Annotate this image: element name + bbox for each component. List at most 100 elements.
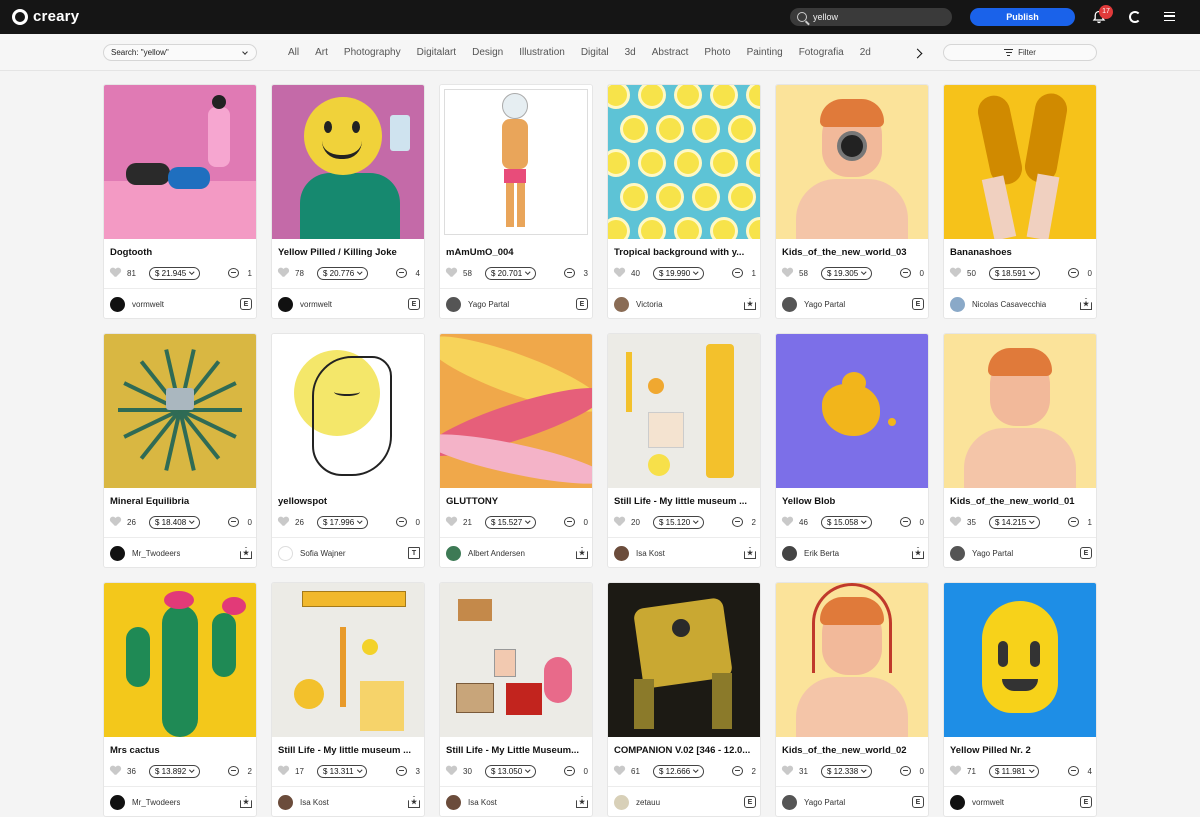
heart-icon[interactable] — [782, 766, 793, 776]
tag-all[interactable]: All — [288, 46, 299, 61]
heart-icon[interactable] — [110, 517, 121, 527]
author-name[interactable]: zetauu — [636, 798, 660, 807]
comment-icon[interactable] — [732, 766, 743, 776]
author-row[interactable]: zetauu E — [614, 794, 756, 810]
author-row[interactable]: Victoria ★ — [614, 296, 756, 312]
artwork-title[interactable]: Still Life - My Little Museum... — [446, 745, 588, 756]
artwork-card[interactable]: Dogtooth 81 $ 21.945 1 vormwelt E — [103, 84, 257, 319]
artwork-title[interactable]: Bananashoes — [950, 247, 1092, 258]
artwork-card[interactable]: Yellow Blob 46 $ 15.058 0 Erik Berta ★ — [775, 333, 929, 568]
avatar[interactable] — [782, 296, 797, 312]
price-dropdown[interactable]: $ 20.776 — [317, 266, 368, 280]
artwork-card[interactable]: Yellow Pilled / Killing Joke 78 $ 20.776… — [271, 84, 425, 319]
comment-icon[interactable] — [900, 766, 911, 776]
price-dropdown[interactable]: $ 15.120 — [653, 515, 704, 529]
price-dropdown[interactable]: $ 15.527 — [485, 515, 536, 529]
hamburger-menu-icon[interactable] — [1164, 12, 1175, 21]
artwork-card[interactable]: Mineral Equilibria 26 $ 18.408 0 Mr_Twod… — [103, 333, 257, 568]
artwork-thumbnail[interactable] — [440, 334, 592, 488]
artwork-thumbnail[interactable] — [776, 85, 928, 239]
tag-fotografia[interactable]: Fotografia — [799, 46, 844, 61]
price-dropdown[interactable]: $ 14.215 — [989, 515, 1040, 529]
author-row[interactable]: Yago Partal E — [446, 296, 588, 312]
artwork-card[interactable]: yellowspot 26 $ 17.996 0 Sofia Wajner T — [271, 333, 425, 568]
artwork-thumbnail[interactable] — [776, 583, 928, 737]
author-name[interactable]: Isa Kost — [300, 798, 329, 807]
author-name[interactable]: Isa Kost — [636, 549, 665, 558]
avatar[interactable] — [278, 794, 293, 810]
price-dropdown[interactable]: $ 13.050 — [485, 764, 536, 778]
artwork-card[interactable]: Kids_of_the_new_world_02 31 $ 12.338 0 Y… — [775, 582, 929, 817]
tag-art[interactable]: Art — [315, 46, 328, 61]
artwork-title[interactable]: GLUTTONY — [446, 496, 588, 507]
artwork-thumbnail[interactable] — [104, 334, 256, 488]
price-dropdown[interactable]: $ 17.996 — [317, 515, 368, 529]
price-dropdown[interactable]: $ 19.305 — [821, 266, 872, 280]
author-name[interactable]: Yago Partal — [468, 300, 509, 309]
price-dropdown[interactable]: $ 18.591 — [989, 266, 1040, 280]
author-name[interactable]: Isa Kost — [468, 798, 497, 807]
artwork-title[interactable]: Yellow Blob — [782, 496, 924, 507]
artwork-thumbnail[interactable] — [944, 85, 1096, 239]
avatar[interactable] — [110, 545, 125, 561]
author-row[interactable]: Albert Andersen ★ — [446, 545, 588, 561]
author-name[interactable]: vormwelt — [972, 798, 1004, 807]
author-row[interactable]: Yago Partal E — [782, 296, 924, 312]
author-row[interactable]: Sofia Wajner T — [278, 545, 420, 561]
tag-2d[interactable]: 2d — [860, 46, 871, 61]
avatar[interactable] — [614, 296, 629, 312]
heart-icon[interactable] — [614, 766, 625, 776]
artwork-title[interactable]: Mineral Equilibria — [110, 496, 252, 507]
avatar[interactable] — [614, 794, 629, 810]
artwork-thumbnail[interactable] — [944, 583, 1096, 737]
artwork-card[interactable]: Kids_of_the_new_world_01 35 $ 14.215 1 Y… — [943, 333, 1097, 568]
artwork-thumbnail[interactable] — [272, 583, 424, 737]
price-dropdown[interactable]: $ 19.990 — [653, 266, 704, 280]
heart-icon[interactable] — [278, 517, 289, 527]
artwork-title[interactable]: mAmUmO_004 — [446, 247, 588, 258]
author-row[interactable]: Mr_Twodeers ★ — [110, 794, 252, 810]
avatar[interactable] — [446, 545, 461, 561]
heart-icon[interactable] — [950, 766, 961, 776]
heart-icon[interactable] — [950, 517, 961, 527]
artwork-title[interactable]: yellowspot — [278, 496, 420, 507]
tag-photo[interactable]: Photo — [704, 46, 730, 61]
avatar[interactable] — [446, 296, 461, 312]
author-row[interactable]: Isa Kost ★ — [446, 794, 588, 810]
comment-icon[interactable] — [564, 766, 575, 776]
artwork-title[interactable]: Dogtooth — [110, 247, 252, 258]
avatar[interactable] — [278, 545, 293, 561]
author-name[interactable]: Mr_Twodeers — [132, 798, 180, 807]
avatar[interactable] — [614, 545, 629, 561]
avatar[interactable] — [110, 296, 125, 312]
author-row[interactable]: vormwelt E — [278, 296, 420, 312]
heart-icon[interactable] — [278, 766, 289, 776]
avatar[interactable] — [782, 794, 797, 810]
search-bar[interactable] — [790, 8, 952, 26]
artwork-card[interactable]: Bananashoes 50 $ 18.591 0 Nicolas Casave… — [943, 84, 1097, 319]
comment-icon[interactable] — [396, 766, 407, 776]
tag-digitalart[interactable]: Digitalart — [417, 46, 456, 61]
author-name[interactable]: Sofia Wajner — [300, 549, 346, 558]
artwork-title[interactable]: Still Life - My little museum ... — [278, 745, 420, 756]
author-name[interactable]: Victoria — [636, 300, 663, 309]
price-dropdown[interactable]: $ 20.701 — [485, 266, 536, 280]
author-name[interactable]: Albert Andersen — [468, 549, 525, 558]
author-name[interactable]: Erik Berta — [804, 549, 839, 558]
chevron-right-icon[interactable] — [913, 47, 925, 59]
artwork-card[interactable]: Still Life - My little museum ... 20 $ 1… — [607, 333, 761, 568]
author-row[interactable]: Yago Partal E — [950, 545, 1092, 561]
heart-icon[interactable] — [950, 268, 961, 278]
heart-icon[interactable] — [446, 766, 457, 776]
artwork-thumbnail[interactable] — [776, 334, 928, 488]
artwork-thumbnail[interactable] — [608, 334, 760, 488]
author-name[interactable]: Yago Partal — [972, 549, 1013, 558]
price-dropdown[interactable]: $ 15.058 — [821, 515, 872, 529]
heart-icon[interactable] — [110, 766, 121, 776]
comment-icon[interactable] — [228, 268, 239, 278]
author-row[interactable]: vormwelt E — [110, 296, 252, 312]
heart-icon[interactable] — [782, 268, 793, 278]
price-dropdown[interactable]: $ 13.311 — [317, 764, 368, 778]
artwork-card[interactable]: Kids_of_the_new_world_03 58 $ 19.305 0 Y… — [775, 84, 929, 319]
price-dropdown[interactable]: $ 11.981 — [989, 764, 1040, 778]
